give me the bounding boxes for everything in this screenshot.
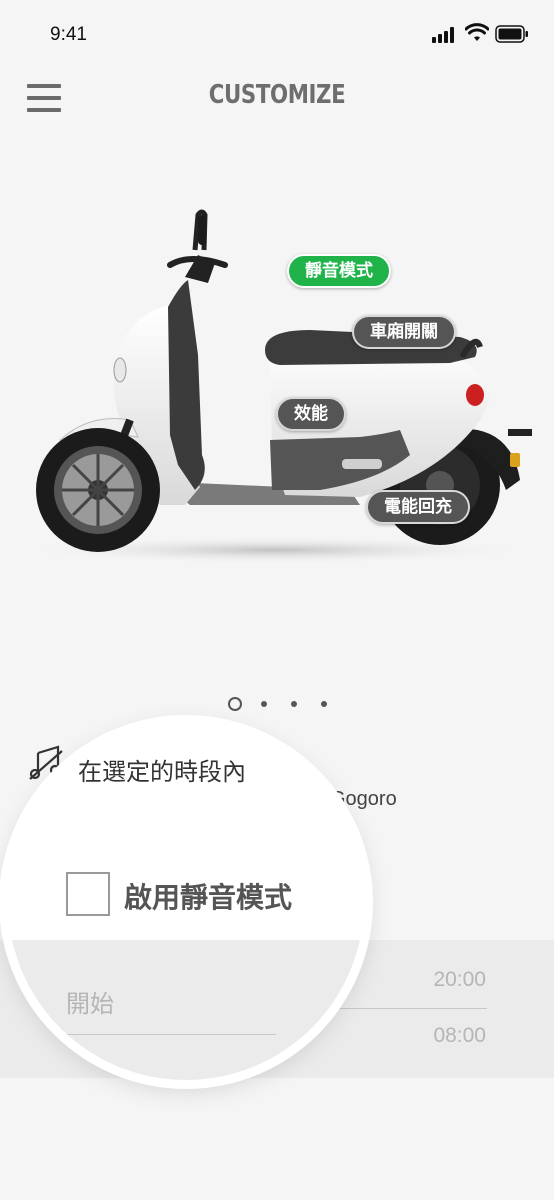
page-dot[interactable] bbox=[321, 701, 327, 707]
start-time-value[interactable]: 20:00 bbox=[433, 968, 486, 992]
page-dot[interactable] bbox=[261, 701, 267, 707]
mute-mode-checkbox[interactable] bbox=[66, 872, 110, 916]
feature-pill-energy-regen[interactable]: 電能回充 bbox=[366, 490, 470, 524]
mute-mode-checkbox-label[interactable]: 啟用靜音模式 bbox=[124, 876, 292, 916]
feature-pill-trunk-switch[interactable]: 車廂開關 bbox=[352, 315, 456, 349]
battery-icon bbox=[495, 25, 528, 43]
end-time-value[interactable]: 08:00 bbox=[433, 1024, 486, 1048]
mute-sound-icon bbox=[29, 745, 63, 780]
schedule-panel-magnified: 開始 bbox=[8, 940, 364, 1080]
page-dot[interactable] bbox=[291, 701, 297, 707]
description-text-magnified: 在選定的時段內 bbox=[78, 752, 246, 787]
header: CUSTOMIZE bbox=[0, 70, 554, 130]
page-indicator bbox=[228, 697, 338, 713]
page-dot[interactable] bbox=[228, 697, 242, 711]
start-label: 開始 bbox=[66, 990, 114, 1018]
magnifier-callout: 在選定的時段內 啟用靜音模式 開始 bbox=[8, 724, 364, 1080]
feature-pill-performance[interactable]: 效能 bbox=[276, 397, 346, 431]
status-bar: 9:41 bbox=[0, 0, 554, 70]
wifi-icon bbox=[465, 23, 489, 41]
feature-pill-mute-mode[interactable]: 靜音模式 bbox=[287, 254, 391, 288]
description-text-brand: Gogoro bbox=[330, 788, 397, 810]
cellular-signal-icon bbox=[432, 27, 458, 43]
divider bbox=[66, 1034, 276, 1035]
status-time: 9:41 bbox=[50, 24, 87, 45]
page-title: CUSTOMIZE bbox=[208, 80, 346, 110]
